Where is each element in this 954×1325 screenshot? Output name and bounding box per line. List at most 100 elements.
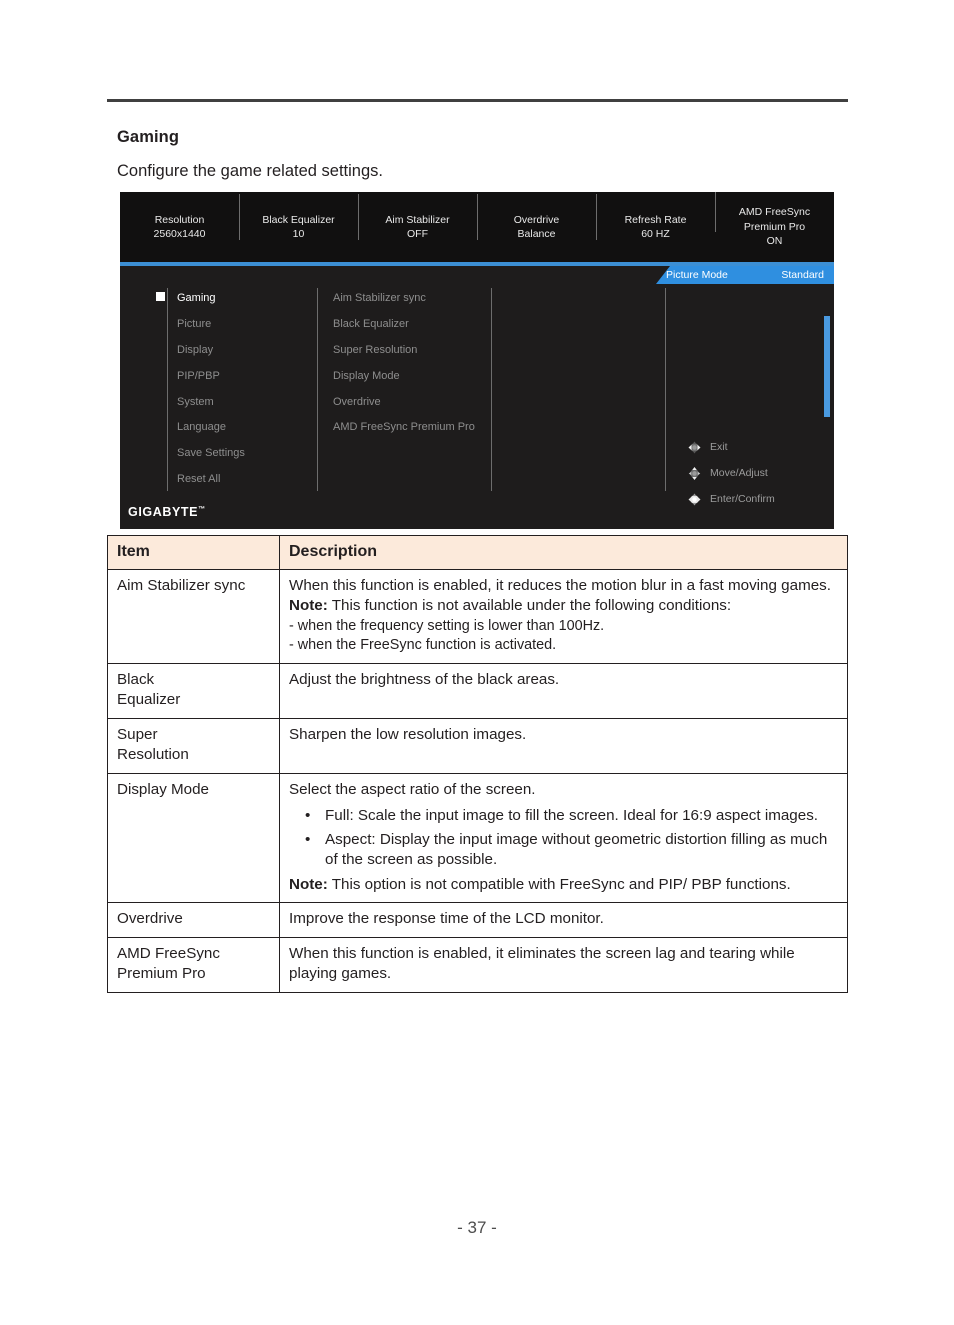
table-row: Overdrive Improve the response time of t… [107,902,848,938]
osd-submenu-item-amd-freesync-premium-pro[interactable]: AMD FreeSync Premium Pro [333,415,475,441]
note-text: This function is not available under the… [327,597,732,615]
row-desc-note: Note: This option is not compatible with… [289,875,838,896]
osd-menu-item-language-label: Language [177,421,226,434]
table-row: Black Equalizer Adjust the brightness of … [107,662,848,719]
row-desc-bullet-1: Full: Scale the input image to fill the … [305,806,838,827]
status-refresh-rate-label: Refresh Rate [624,213,687,226]
osd-submenu-item-overdrive[interactable]: Overdrive [333,389,475,415]
status-aim-stabilizer-label: Aim Stabilizer [385,213,450,226]
osd-screenshot: Resolution 2560x1440 Black Equalizer 10 … [120,192,834,529]
row-desc-text: Adjust the brightness of the black areas… [289,670,560,688]
osd-menu-item-save-settings-label: Save Settings [177,447,245,460]
row-desc-aim-stabilizer-sync: When this function is enabled, it reduce… [279,568,848,664]
status-amd-freesync-label-2: Premium Pro [743,220,806,233]
status-overdrive: Overdrive Balance [477,193,596,242]
status-resolution-value: 2560x1440 [153,228,206,240]
header-divider [107,99,848,102]
row-desc-display-mode: Select the aspect ratio of the screen. F… [279,772,848,904]
note-label: Note: [289,597,328,615]
osd-divider-1 [167,288,168,491]
status-black-equalizer-value: 10 [292,228,305,240]
nav-hint-exit[interactable]: Exit [686,434,775,460]
osd-menu-body: Gaming Picture Display PIP/PBP System La… [120,284,834,529]
status-overdrive-label: Overdrive [513,213,560,226]
row-desc-bullet-2: Aspect: Display the input image without … [305,830,838,871]
settings-description-table: Item Description Aim Stabilizer sync Whe… [107,535,848,993]
osd-menu-item-save-settings[interactable]: Save Settings [177,441,245,467]
osd-scrollbar[interactable] [824,316,830,417]
table-header-row: Item Description [107,535,848,570]
osd-main-menu: Gaming Picture Display PIP/PBP System La… [156,286,245,493]
gigabyte-logo: GIGABYTE™ [128,505,206,519]
osd-divider-3 [491,288,492,491]
joystick-left-right-icon [686,439,703,456]
status-black-equalizer: Black Equalizer 10 [239,193,358,242]
table-row: AMD FreeSync Premium Pro When this functi… [107,936,848,993]
row-desc-subline-2: - when the FreeSync function is activate… [289,637,557,654]
nav-hint-move-adjust[interactable]: Move/Adjust [686,460,775,486]
osd-nav-hints: Exit Move/Adjust Enter/Confirm [686,434,775,512]
joystick-press-icon [686,491,703,508]
status-aim-stabilizer: Aim Stabilizer OFF [358,193,477,242]
nav-hint-enter-confirm[interactable]: Enter/Confirm [686,486,775,512]
status-aim-stabilizer-value: OFF [407,228,428,240]
row-desc-overdrive: Improve the response time of the LCD mon… [279,902,848,938]
status-resolution: Resolution 2560x1440 [120,213,239,242]
osd-submenu-item-aim-stabilizer-sync[interactable]: Aim Stabilizer sync [333,286,475,312]
osd-menu-item-pip-pbp-label: PIP/PBP [177,369,220,382]
osd-submenu-item-display-mode[interactable]: Display Mode [333,363,475,389]
table-row: Super Resolution Sharpen the low resoluti… [107,717,848,774]
row-desc-text: Sharpen the low resolution images. [289,725,527,743]
gigabyte-logo-text: GIGABYTE [128,505,199,519]
gigabyte-logo-tm: ™ [198,505,206,513]
nav-hint-exit-label: Exit [710,441,728,453]
osd-divider-4 [665,288,666,491]
picture-mode-value: Standard [781,269,824,281]
status-amd-freesync-label-1: AMD FreeSync [738,206,811,219]
row-desc-black-equalizer: Adjust the brightness of the black areas… [279,662,848,719]
osd-submenu-item-amd-freesync-premium-pro-label: AMD FreeSync Premium Pro [333,421,475,434]
status-refresh-rate-value: 60 HZ [641,228,670,240]
status-amd-freesync: AMD FreeSync Premium Pro ON [715,192,834,249]
picture-mode-badge[interactable]: Picture Mode Standard [656,266,834,284]
osd-menu-item-display[interactable]: Display [177,338,245,364]
osd-submenu-item-aim-stabilizer-sync-label: Aim Stabilizer sync [333,292,426,305]
selection-marker-icon [156,292,165,301]
status-refresh-rate: Refresh Rate 60 HZ [596,193,715,242]
osd-menu-item-reset-all-label: Reset All [177,472,221,485]
osd-menu-item-pip-pbp[interactable]: PIP/PBP [177,363,245,389]
osd-menu-item-gaming[interactable]: Gaming [156,286,245,312]
osd-submenu-item-super-resolution-label: Super Resolution [333,343,418,356]
osd-menu-item-language[interactable]: Language [177,415,245,441]
row-desc-bullets: Full: Scale the input image to fill the … [289,806,838,871]
osd-submenu-item-display-mode-label: Display Mode [333,369,400,382]
table-header-item: Item [107,535,280,570]
osd-menu-item-picture-label: Picture [177,318,212,331]
osd-submenu-gaming: Aim Stabilizer sync Black Equalizer Supe… [333,286,475,441]
nav-hint-move-adjust-label: Move/Adjust [710,467,768,479]
row-item-aim-stabilizer-sync: Aim Stabilizer sync [107,568,280,664]
osd-menu-item-system[interactable]: System [177,389,245,415]
row-item-display-mode: Display Mode [107,772,280,904]
osd-menu-item-gaming-label: Gaming [177,292,216,305]
osd-menu-item-reset-all[interactable]: Reset All [177,467,245,493]
row-item-amd-freesync-premium-pro: AMD FreeSync Premium Pro [107,936,280,993]
page-number: - 37 - [457,1218,497,1237]
osd-submenu-item-overdrive-label: Overdrive [333,395,381,408]
osd-submenu-item-black-equalizer[interactable]: Black Equalizer [333,312,475,338]
osd-top-status-bar: Resolution 2560x1440 Black Equalizer 10 … [120,192,834,262]
osd-submenu-item-super-resolution[interactable]: Super Resolution [333,338,475,364]
note-label: Note: [289,875,328,893]
table-row: Aim Stabilizer sync When this function i… [107,568,848,664]
osd-menu-item-picture[interactable]: Picture [177,312,245,338]
joystick-up-down-icon [686,465,703,482]
row-item-overdrive: Overdrive [107,902,280,938]
table-row: Display Mode Select the aspect ratio of … [107,772,848,904]
picture-mode-label: Picture Mode [666,269,728,281]
osd-accent-line [120,262,834,266]
row-desc-super-resolution: Sharpen the low resolution images. [279,717,848,774]
osd-submenu-item-black-equalizer-label: Black Equalizer [333,318,409,331]
status-black-equalizer-label: Black Equalizer [262,213,335,226]
status-amd-freesync-value: ON [766,235,783,248]
nav-hint-enter-confirm-label: Enter/Confirm [710,493,775,505]
